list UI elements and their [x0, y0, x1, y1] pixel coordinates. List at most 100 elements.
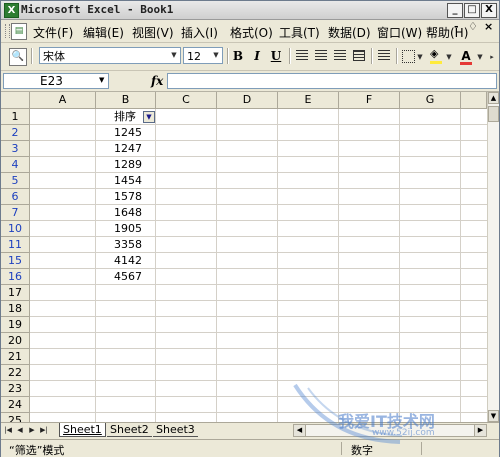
row-header[interactable]: 25	[1, 413, 30, 422]
column-header-f[interactable]: F	[339, 92, 400, 109]
align-right-icon[interactable]	[334, 50, 346, 61]
row-header[interactable]: 3	[1, 141, 30, 157]
insert-function-icon[interactable]: fx	[151, 74, 163, 88]
chevron-down-icon[interactable]: ▼	[415, 51, 425, 64]
grid-hline	[30, 348, 487, 349]
data-cell[interactable]: 1245	[114, 125, 142, 141]
row-header[interactable]: 24	[1, 397, 30, 413]
menu-window[interactable]: 窗口(W)	[377, 24, 422, 41]
prev-sheet-icon[interactable]: ◀	[15, 425, 25, 436]
row-header[interactable]: 21	[1, 349, 30, 365]
menu-grip[interactable]	[5, 24, 10, 38]
filter-header-cell[interactable]: 排序	[114, 109, 136, 125]
row-header[interactable]: 18	[1, 301, 30, 317]
column-header-c[interactable]: C	[156, 92, 217, 109]
row-header[interactable]: 7	[1, 205, 30, 221]
row-header[interactable]: 19	[1, 317, 30, 333]
sheet-tab-sheet1[interactable]: Sheet1	[59, 423, 106, 437]
vertical-scrollbar[interactable]: ▲ ▼	[487, 92, 499, 422]
scroll-right-icon[interactable]: ▶	[474, 425, 486, 436]
mdi-close-button[interactable]: ×	[484, 20, 493, 33]
menu-tools[interactable]: 工具(T)	[279, 24, 320, 41]
chevron-down-icon[interactable]: ▼	[211, 49, 221, 62]
data-cell[interactable]: 1289	[114, 157, 142, 173]
menu-insert[interactable]: 插入(I)	[181, 24, 218, 41]
row-header[interactable]: 5	[1, 173, 30, 189]
scroll-up-icon[interactable]: ▲	[488, 92, 499, 104]
italic-button[interactable]: I	[248, 47, 266, 65]
align-left-icon[interactable]	[296, 50, 308, 61]
row-header[interactable]: 20	[1, 333, 30, 349]
column-header-e[interactable]: E	[278, 92, 339, 109]
data-cell[interactable]: 1648	[114, 205, 142, 221]
chevron-down-icon[interactable]: ▼	[169, 49, 179, 62]
row-header[interactable]: 2	[1, 125, 30, 141]
row-header[interactable]: 4	[1, 157, 30, 173]
font-size-select[interactable]: 12 ▼	[183, 47, 223, 64]
font-color-swatch	[460, 62, 472, 65]
toolbar-options-icon[interactable]: ▸	[487, 51, 497, 64]
row-header[interactable]: 23	[1, 381, 30, 397]
last-sheet-icon[interactable]: ▶|	[39, 425, 49, 436]
row-header[interactable]: 6	[1, 189, 30, 205]
workbook-icon[interactable]: ▤	[11, 23, 27, 40]
toolbar-separator	[289, 48, 291, 64]
select-all-corner[interactable]	[1, 92, 30, 109]
row-header[interactable]: 10	[1, 221, 30, 237]
next-sheet-icon[interactable]: ▶	[27, 425, 37, 436]
minimize-button[interactable]: _	[447, 3, 463, 18]
data-cell[interactable]: 1905	[114, 221, 142, 237]
row-header[interactable]: 16	[1, 269, 30, 285]
row-header[interactable]: 22	[1, 365, 30, 381]
data-cell[interactable]: 1454	[114, 173, 142, 189]
column-header-g[interactable]: G	[400, 92, 461, 109]
data-cell[interactable]: 3358	[114, 237, 142, 253]
scroll-thumb[interactable]	[488, 106, 499, 122]
menu-data[interactable]: 数据(D)	[328, 24, 371, 41]
formatting-toolbar: 🔍 宋体 ▼ 12 ▼ B I U ▼ ◈ ▼ A ▼ ▸	[1, 43, 499, 71]
underline-button[interactable]: U	[267, 47, 285, 65]
formula-input[interactable]	[167, 73, 497, 89]
chevron-down-icon[interactable]: ▼	[99, 76, 104, 84]
mdi-restore-button[interactable]: ♢	[468, 20, 478, 33]
row-header[interactable]: 15	[1, 253, 30, 269]
menu-view[interactable]: 视图(V)	[132, 24, 174, 41]
scroll-down-icon[interactable]: ▼	[488, 410, 499, 422]
sheet-tab-sheet2[interactable]: Sheet2	[107, 423, 152, 437]
indent-icon[interactable]	[378, 50, 390, 61]
menu-help[interactable]: 帮助(H)	[426, 24, 468, 41]
column-header-a[interactable]: A	[30, 92, 96, 109]
data-cell[interactable]: 4567	[114, 269, 142, 285]
column-header-partial[interactable]	[461, 92, 487, 109]
column-header-d[interactable]: D	[217, 92, 278, 109]
merge-center-icon[interactable]	[353, 50, 365, 61]
name-box[interactable]: E23	[3, 73, 109, 89]
column-header-b[interactable]: B	[96, 92, 156, 109]
print-preview-icon[interactable]: 🔍	[9, 48, 27, 66]
grid-hline	[30, 284, 487, 285]
chevron-down-icon[interactable]: ▼	[475, 51, 485, 64]
chevron-down-icon[interactable]: ▼	[444, 51, 454, 64]
data-cell[interactable]: 1578	[114, 189, 142, 205]
row-header[interactable]: 1	[1, 109, 30, 125]
row-header[interactable]: 17	[1, 285, 30, 301]
fill-color-icon[interactable]: ◈	[430, 48, 442, 60]
worksheet-grid[interactable]: A B C D E F G 1 排序 ▼ 2 1245 3 1247 4 1289 5 1454 6 1578 7 164…	[1, 92, 487, 422]
menu-format[interactable]: 格式(O)	[230, 24, 273, 41]
row-header[interactable]: 11	[1, 237, 30, 253]
excel-icon[interactable]: X	[4, 3, 19, 18]
menu-edit[interactable]: 编辑(E)	[83, 24, 124, 41]
align-center-icon[interactable]	[315, 50, 327, 61]
close-button[interactable]: X	[481, 3, 497, 18]
bold-button[interactable]: B	[229, 47, 247, 65]
mdi-minimize-button[interactable]: -	[454, 20, 459, 33]
menu-file[interactable]: 文件(F)	[33, 24, 73, 41]
data-cell[interactable]: 1247	[114, 141, 142, 157]
first-sheet-icon[interactable]: |◀	[3, 425, 13, 436]
sheet-tab-sheet3[interactable]: Sheet3	[153, 423, 198, 437]
borders-icon[interactable]	[402, 50, 415, 63]
autofilter-dropdown-icon[interactable]: ▼	[143, 111, 155, 123]
font-name-select[interactable]: 宋体 ▼	[39, 47, 181, 64]
restore-button[interactable]: □	[464, 3, 480, 18]
data-cell[interactable]: 4142	[114, 253, 142, 269]
